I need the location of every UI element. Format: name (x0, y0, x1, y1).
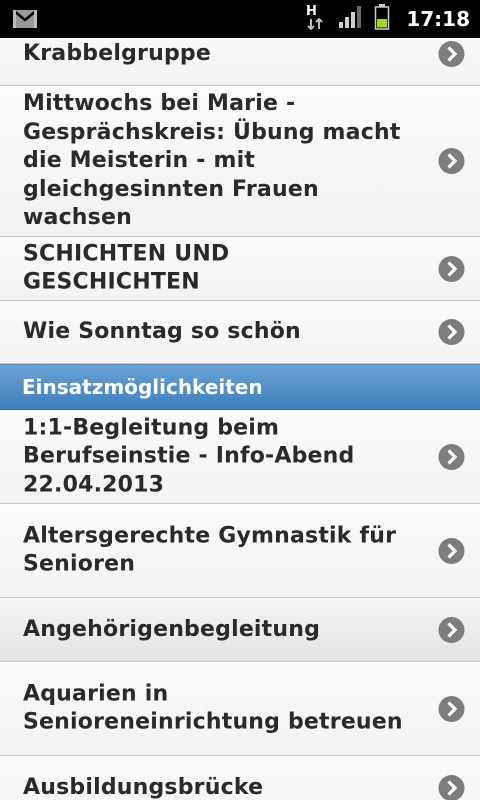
chevron-right-circle-icon (438, 319, 465, 345)
list-item[interactable]: SCHICHTEN UND GESCHICHTEN (0, 237, 480, 301)
status-time: 17:18 (406, 7, 470, 31)
list-item[interactable]: Altersgerechte Gymnastik für Senioren (0, 504, 480, 598)
chevron-right-circle-icon (438, 40, 465, 67)
list-item-label: Wie Sonntag so schön (23, 318, 301, 344)
list-item[interactable]: Angehörigenbegleitung (0, 598, 480, 662)
status-bar: H 17:18 (0, 0, 480, 38)
chevron-right-circle-icon (438, 255, 465, 282)
list-item-label: Altersgerechte Gymnastik für Senioren (23, 523, 397, 577)
list-item[interactable]: 1:1-Begleitung beim Berufseinstie - Info… (0, 410, 480, 504)
list-item[interactable]: Krabbelgruppe (0, 38, 480, 86)
chevron-right-circle-icon (438, 616, 465, 643)
list-item-label: Angehörigenbegleitung (23, 616, 321, 642)
gmail-notification-icon (12, 8, 38, 34)
list-item-label: Krabbelgruppe (23, 40, 211, 66)
section-header: Einsatzmöglichkeiten (0, 364, 480, 410)
list-item-label: 1:1-Begleitung beim Berufseinstie - Info… (23, 414, 355, 497)
chevron-right-circle-icon (438, 774, 465, 800)
chevron-right-circle-icon (438, 695, 465, 722)
list-item[interactable]: Mittwochs bei Marie - Gesprächskreis: Üb… (0, 86, 480, 237)
list-item[interactable]: Ausbildungsbrücke (0, 756, 480, 800)
event-list[interactable]: Krabbelgruppe Mittwochs bei Marie - Gesp… (0, 38, 480, 800)
h-data-icon: H (304, 2, 328, 36)
battery-icon (374, 3, 390, 35)
list-item[interactable]: Wie Sonntag so schön (0, 301, 480, 364)
section-header-label: Einsatzmöglichkeiten (22, 375, 263, 399)
list-item[interactable]: Aquarien in Senioreneinrichtung betreuen (0, 662, 480, 756)
chevron-right-circle-icon (438, 443, 465, 470)
list-item-label: SCHICHTEN UND GESCHICHTEN (23, 241, 230, 295)
svg-text:H: H (306, 4, 317, 19)
chevron-right-circle-icon (438, 537, 465, 564)
chevron-right-circle-icon (438, 148, 465, 174)
list-item-label: Ausbildungsbrücke (23, 774, 264, 800)
list-item-label: Aquarien in Senioreneinrichtung betreuen (23, 681, 403, 735)
signal-icon (338, 5, 364, 33)
list-item-label: Mittwochs bei Marie - Gesprächskreis: Üb… (23, 90, 401, 230)
